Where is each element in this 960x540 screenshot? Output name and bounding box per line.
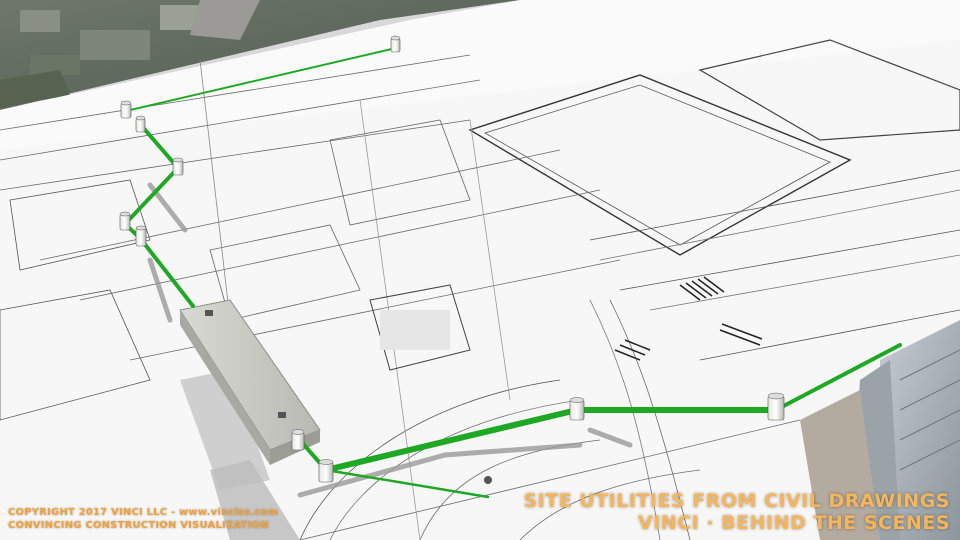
manhole-icon bbox=[135, 115, 146, 133]
manhole-icon bbox=[120, 100, 132, 119]
manhole-icon bbox=[291, 429, 305, 451]
copyright-caption: COPYRIGHT 2017 VINCI LLC - www.vinciss.c… bbox=[8, 506, 278, 532]
manhole-icon bbox=[135, 225, 147, 247]
copyright-text: COPYRIGHT 2017 VINCI LLC - www.vinciss.c… bbox=[8, 507, 279, 518]
subtitle-text: VINCI · BEHIND THE SCENES bbox=[638, 512, 950, 534]
tagline-text: CONVINCING CONSTRUCTION VISUALIZATION bbox=[8, 520, 269, 531]
manhole-icon bbox=[390, 35, 401, 53]
manhole-icon bbox=[172, 157, 184, 176]
title-text: SITE UTILITIES FROM CIVIL DRAWINGS bbox=[523, 490, 950, 512]
manhole-icon bbox=[318, 459, 334, 483]
site-utilities-scene bbox=[0, 0, 960, 540]
manhole-icon bbox=[119, 211, 131, 231]
title-caption: SITE UTILITIES FROM CIVIL DRAWINGS VINCI… bbox=[523, 490, 950, 534]
manhole-icon bbox=[484, 476, 492, 484]
manhole-icon bbox=[767, 392, 785, 421]
manhole-icon bbox=[569, 397, 585, 421]
